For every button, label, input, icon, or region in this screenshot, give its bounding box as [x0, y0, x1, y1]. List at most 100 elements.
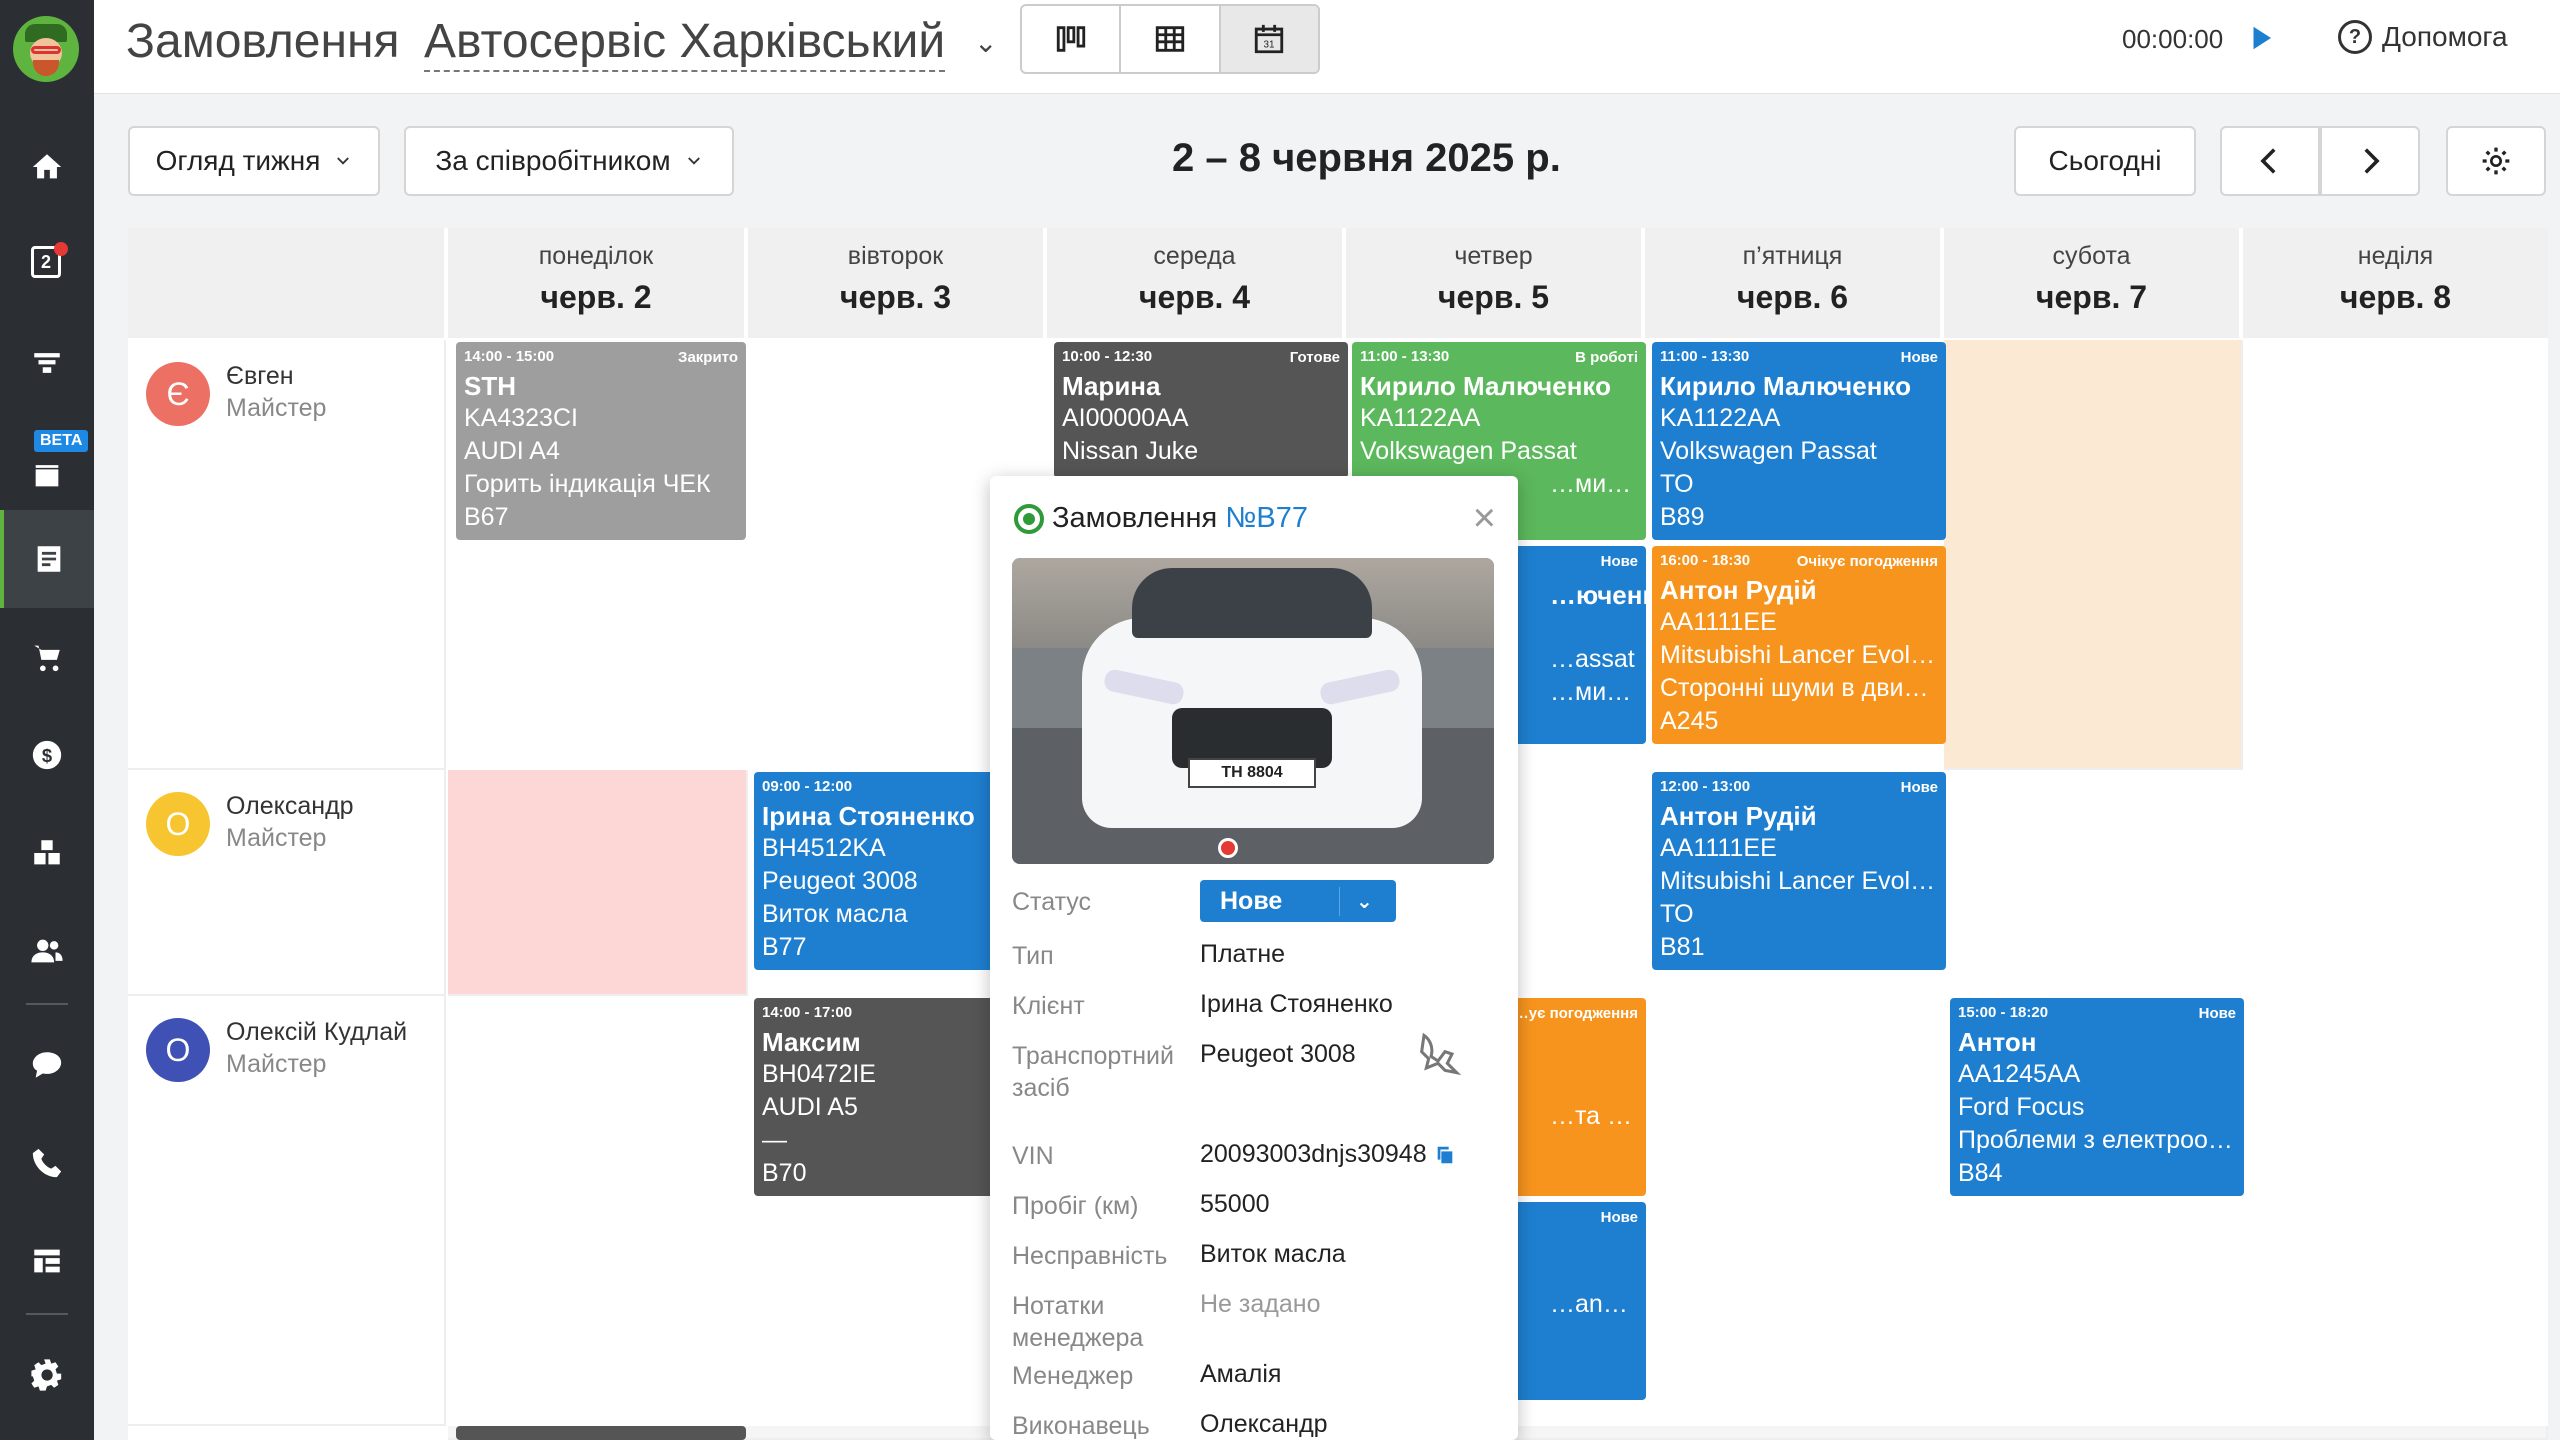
calendar-view-button[interactable]: 31 [1220, 6, 1318, 72]
chat-icon [32, 1052, 62, 1078]
home-icon [32, 154, 62, 179]
chevron-down-icon [687, 157, 700, 165]
chevron-down-icon: ⌄ [1356, 890, 1373, 913]
calendar-beta-nav[interactable]: BETA [0, 412, 94, 510]
app-logo[interactable] [13, 16, 79, 82]
table-icon [1155, 26, 1185, 52]
table-view-button[interactable] [1121, 6, 1221, 72]
clients-nav[interactable] [0, 902, 94, 1000]
timer-display: 00:00:00 [2122, 24, 2224, 54]
prev-week-button[interactable] [2220, 126, 2320, 196]
boxes-icon [34, 840, 60, 865]
today-label: Сьогодні [2048, 145, 2162, 176]
avatar: О [146, 1018, 210, 1082]
order-card[interactable]: 11:00 - 13:30 Нове Кирило Малюченко KA112… [1652, 342, 1946, 540]
car-photo[interactable]: TH 8804 [1012, 558, 1494, 864]
view-mode-dropdown[interactable]: Огляд тижня [128, 126, 380, 196]
sidebar: 2 BETA $ [0, 0, 94, 1440]
gear-icon [31, 1359, 62, 1391]
funnel-icon [34, 353, 60, 373]
view-switch: 31 [1020, 4, 1320, 74]
funnel-nav[interactable] [0, 314, 94, 412]
order-card[interactable]: 12:00 - 13:00 Нове Антон Рудій AA1111EE Mi… [1652, 772, 1946, 970]
notification-dot [54, 242, 68, 256]
warehouse-nav[interactable] [0, 804, 94, 902]
chevron-left-icon [2260, 148, 2276, 174]
order-number-link[interactable]: №B77 [1225, 502, 1308, 535]
help-link[interactable]: ? Допомога [2338, 20, 2508, 54]
employee-role: Майстер [226, 1050, 327, 1078]
status-label: Статус [1012, 888, 1092, 916]
order-card[interactable]: 16:00 - 18:30 Очікує погодження Антон Руд… [1652, 546, 1946, 744]
home-nav[interactable] [0, 118, 94, 216]
gear-icon [2482, 147, 2510, 175]
day-cell-sat-highlight[interactable] [1944, 340, 2243, 770]
dollar-icon: $ [32, 740, 62, 770]
order-card[interactable]: 15:00 - 18:20 Нове Антон AA1245AA Ford Foc… [1950, 998, 2244, 1196]
group-by-label: За співробітником [435, 145, 671, 176]
chevron-down-icon[interactable]: ⌄ [974, 26, 997, 59]
dashboard-nav[interactable] [0, 1212, 94, 1310]
chat-nav[interactable] [0, 1016, 94, 1114]
day-header-thu: четвер черв. 5 [1346, 228, 1643, 338]
order-card[interactable]: 14:00 - 15:00 Закрито STH KA4323CI AUDI A4… [456, 342, 746, 540]
day-header-fri: п’ятниця черв. 6 [1645, 228, 1942, 338]
phone-icon [32, 1148, 62, 1178]
status-circle-icon [1014, 503, 1044, 534]
calendar-icon [35, 465, 59, 487]
photo-marker-icon [1218, 838, 1238, 858]
question-icon: ? [2338, 20, 2372, 54]
shop-nav[interactable] [0, 608, 94, 706]
users-icon [31, 939, 63, 963]
day-header-sun: неділя черв. 8 [2243, 228, 2548, 338]
phone-nav[interactable] [0, 1114, 94, 1212]
employee-role: Майстер [226, 824, 327, 852]
page-title: Замовлення [126, 15, 400, 68]
day-header-tue: вівторок черв. 3 [748, 228, 1045, 338]
order-card[interactable]: 10:00 - 12:30 Готове Марина AI00000AA Niss… [1054, 342, 1348, 478]
popup-title: Замовлення №B77 [1014, 502, 1308, 535]
sidebar-divider [26, 1003, 68, 1005]
employee-name: Євген [226, 362, 294, 390]
kanban-icon [1056, 26, 1085, 52]
cart-icon [34, 645, 60, 672]
svg-text:$: $ [42, 745, 52, 766]
kanban-view-button[interactable] [1022, 6, 1122, 72]
top-bar: Замовлення Автосервіс Харківський ⌄ 31 0… [94, 0, 2560, 94]
next-week-button[interactable] [2320, 126, 2420, 196]
settings-nav[interactable] [0, 1326, 94, 1424]
employee-row: Є Євген Майстер [128, 340, 446, 770]
copy-icon[interactable] [1434, 1144, 1456, 1166]
date-range-title: 2 – 8 червня 2025 р. [1172, 136, 1561, 180]
status-dropdown[interactable]: Нове ⌄ [1200, 880, 1396, 922]
employee-column-header [128, 228, 446, 338]
day-header-mon: понеділок черв. 2 [448, 228, 746, 338]
day-header-wed: середа черв. 4 [1047, 228, 1344, 338]
tasks-nav[interactable]: 2 [0, 216, 94, 314]
company-selector[interactable]: Автосервіс Харківський [424, 14, 946, 72]
calendar-icon: 31 [1255, 24, 1284, 54]
day-cell-off[interactable] [448, 770, 748, 996]
orders-nav[interactable] [0, 510, 94, 608]
svg-text:31: 31 [1264, 40, 1276, 51]
beta-badge: BETA [34, 430, 89, 452]
order-popup: Замовлення №B77 × TH 8804 Статус Нове ⌄ Т… [990, 476, 1518, 1440]
sidebar-divider-2 [26, 1313, 68, 1315]
chevron-right-icon [2364, 148, 2380, 174]
chevron-down-icon [337, 157, 350, 165]
employee-name: Олексій Кудлай [226, 1018, 408, 1046]
finance-nav[interactable]: $ [0, 706, 94, 804]
calendar-settings-button[interactable] [2446, 126, 2546, 196]
dashboard-icon [34, 1249, 60, 1273]
play-icon[interactable] [2246, 22, 2276, 54]
today-button[interactable]: Сьогодні [2014, 126, 2196, 196]
group-by-dropdown[interactable]: За співробітником [404, 126, 734, 196]
license-plate: TH 8804 [1188, 758, 1316, 788]
employee-role: Майстер [226, 394, 327, 422]
close-icon[interactable]: × [1473, 496, 1496, 541]
avatar: О [146, 792, 210, 856]
order-card-partial[interactable] [456, 1426, 746, 1440]
employee-row: О Олександр Майстер [128, 770, 446, 996]
day-header-sat: субота черв. 7 [1944, 228, 2241, 338]
view-mode-label: Огляд тижня [155, 145, 321, 176]
